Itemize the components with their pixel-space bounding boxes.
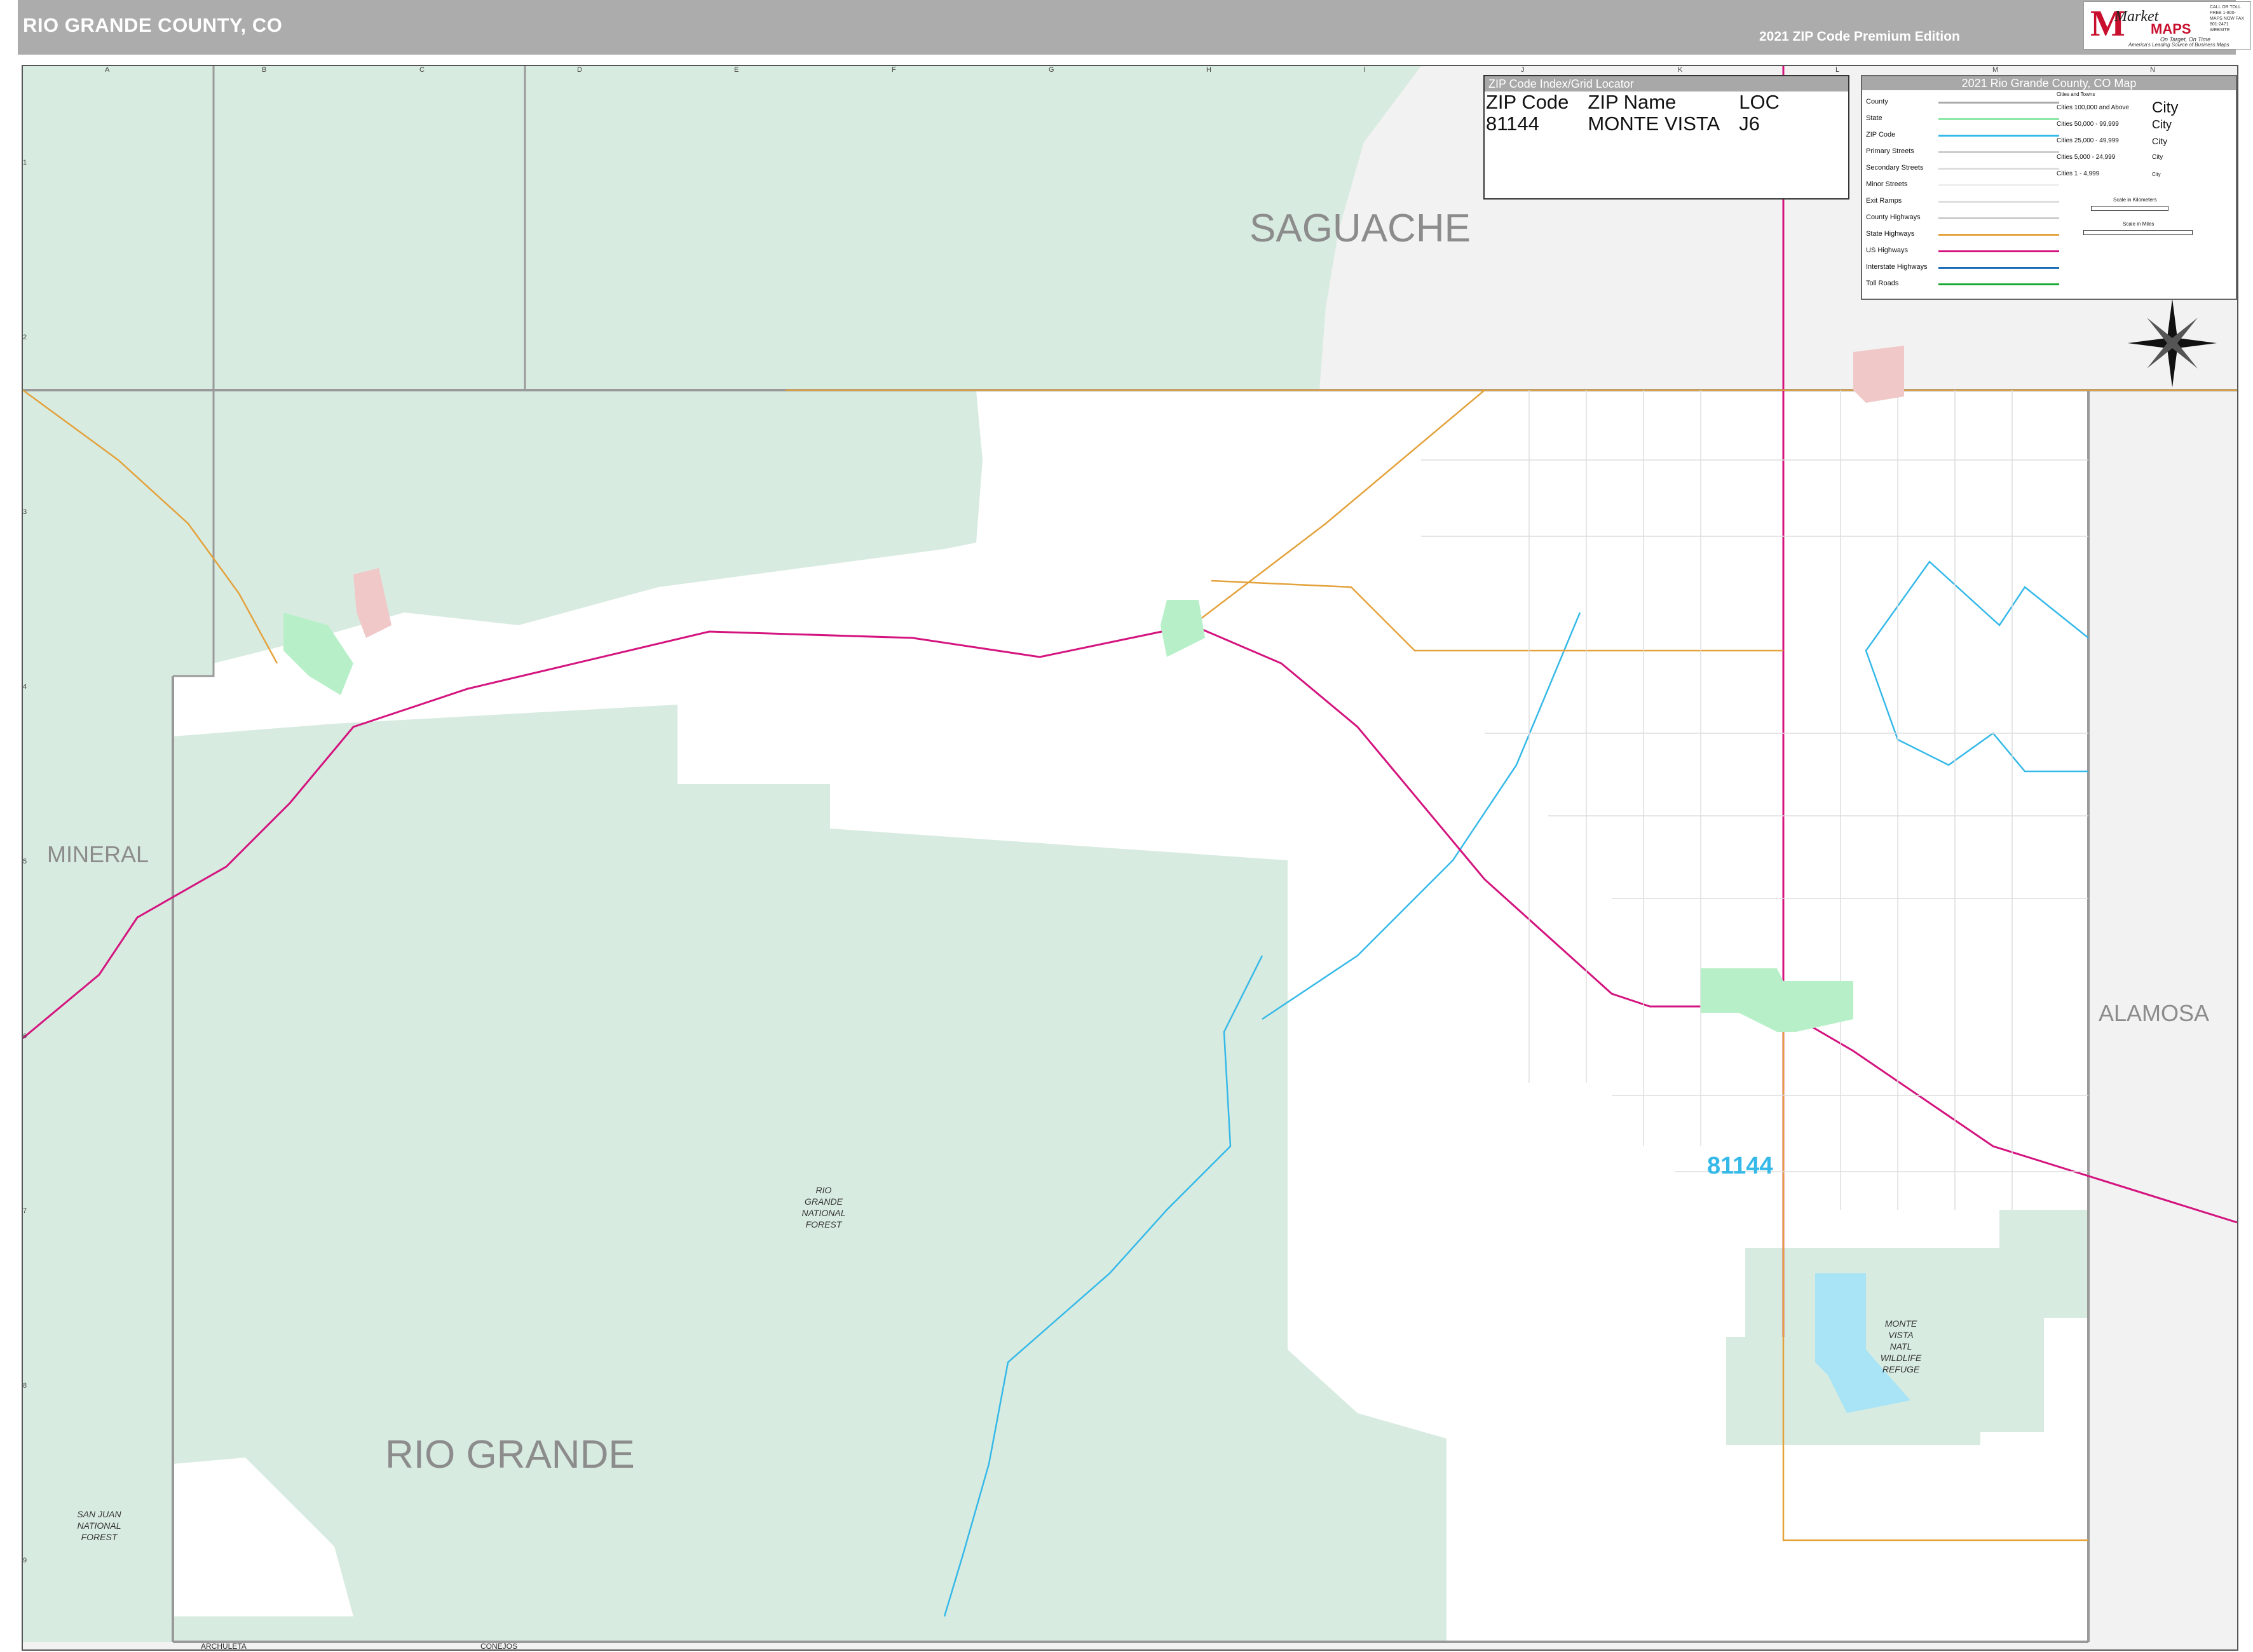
legend-swatch-county [1938, 102, 2059, 104]
legend-item: US Highways [1866, 247, 1909, 254]
col-zip-code: ZIP Code [1486, 91, 1569, 113]
grid-number: 8 [23, 1382, 27, 1390]
legend-item: Toll Roads [1866, 280, 1899, 287]
market-maps-logo[interactable]: M Market MAPS On Target, On Time America… [2083, 1, 2251, 50]
zip-index-header-row: ZIP Code ZIP Name LOC [1486, 91, 1799, 113]
legend-item: Primary Streets [1866, 147, 1914, 155]
county-label-conejos: CONEJOS [480, 1642, 518, 1651]
grid-letter: H [1206, 66, 1211, 74]
legend-city-class: Cities 1 - 4,999 [2057, 170, 2100, 177]
legend-city-class: Cities 50,000 - 99,999 [2057, 121, 2119, 128]
grid-letter: M [1992, 66, 1999, 74]
legend-city-sample: City [2152, 172, 2161, 177]
grid-letter: K [1678, 66, 1683, 74]
header-bar: RIO GRANDE COUNTY, CO 2021 ZIP Code Prem… [18, 0, 2251, 55]
county-label-archuleta: ARCHULETA [201, 1642, 247, 1651]
legend-swatch-secondary [1938, 168, 2059, 170]
legend-swatch-minor [1938, 184, 2059, 186]
zip-index-table: ZIP Code ZIP Name LOC 81144 MONTE VISTA … [1486, 91, 1799, 135]
legend-item: State Highways [1866, 230, 1915, 238]
county-label-alamosa: ALAMOSA [2099, 1000, 2210, 1026]
zip-index-panel: ZIP Code Index/Grid Locator ZIP Code ZIP… [1483, 75, 1849, 200]
legend-item: Exit Ramps [1866, 197, 1902, 205]
grid-letter: C [419, 66, 425, 74]
legend-city-class: Cities 100,000 and Above [2057, 104, 2129, 111]
grid-number: 3 [23, 508, 27, 516]
grid-number: 2 [23, 334, 27, 341]
legend-city-sample: City [2152, 118, 2172, 131]
legend-item: Secondary Streets [1866, 164, 1924, 172]
legend-city-sample: City [2152, 99, 2179, 116]
legend-city-sample: City [2152, 136, 2168, 146]
legend-swatch-state [1938, 118, 2059, 120]
legend-city-class: Cities 25,000 - 49,999 [2057, 137, 2119, 144]
legend-scale-mi: Scale in Miles [2123, 221, 2154, 227]
logo-tagline-2: America's Leading Source of Business Map… [2128, 42, 2229, 48]
map-title: RIO GRANDE COUNTY, CO [23, 14, 283, 36]
legend-item: County Highways [1866, 213, 1921, 221]
legend-cities-header: Cities and Towns [2057, 91, 2095, 97]
grid-letter: N [2150, 66, 2155, 74]
legend-item: ZIP Code [1866, 131, 1896, 139]
logo-brand-maps: MAPS [2151, 21, 2191, 37]
county-label-rio-grande: RIO GRANDE [385, 1433, 635, 1477]
legend-item: County [1866, 98, 1888, 105]
grid-number: 5 [23, 858, 27, 865]
map-canvas[interactable] [23, 66, 2237, 1649]
legend-swatch-toll [1938, 283, 2059, 285]
logo-contact: CALL OR TOLL FREE 1-800-MAPS NOW FAX 801… [2210, 5, 2245, 32]
grid-number: 4 [23, 683, 27, 691]
legend-header: 2021 Rio Grande County, CO Map [1862, 76, 2236, 90]
grid-letter: E [734, 66, 739, 74]
zip-code-label[interactable]: 81144 [1707, 1153, 1773, 1180]
saguache-forest [214, 66, 1421, 390]
legend-swatch-us-hwy [1938, 250, 2059, 252]
grid-letter: D [577, 66, 582, 74]
county-label-saguache: SAGUACHE [1249, 207, 1471, 250]
legend-swatch-interstate [1938, 267, 2059, 269]
grid-letter: A [105, 66, 110, 74]
col-zip-name: ZIP Name [1588, 91, 1677, 113]
grid-letter: B [262, 66, 267, 74]
legend-swatch-primary [1938, 151, 2059, 153]
cell-zip: 81144 [1486, 112, 1539, 135]
grid-number: 6 [23, 1032, 27, 1040]
grid-number: 7 [23, 1207, 27, 1215]
zip-index-header: ZIP Code Index/Grid Locator [1485, 76, 1848, 91]
legend-item: Interstate Highways [1866, 263, 1928, 271]
legend-scale-km: Scale in Kilometers [2113, 197, 2157, 203]
grid-letter: I [1363, 66, 1366, 74]
map-legend: 2021 Rio Grande County, CO Map County St… [1861, 75, 2237, 300]
grid-number: 9 [23, 1557, 27, 1564]
grid-letter: G [1049, 66, 1054, 74]
legend-swatch-exit [1938, 201, 2059, 203]
legend-swatch-county-hwy [1938, 217, 2059, 219]
cell-name: MONTE VISTA [1588, 112, 1720, 135]
city-pink-north [1853, 346, 1904, 403]
grid-letter: F [892, 66, 896, 74]
map-area[interactable]: SAGUACHE MINERAL RIO GRANDE ALAMOSA ARCH… [22, 65, 2238, 1651]
edition-label: 2021 ZIP Code Premium Edition [1759, 29, 1960, 44]
compass-rose-icon [2128, 299, 2217, 388]
grid-number: 1 [23, 159, 27, 166]
label-rio-grande-national-forest: RIO GRANDE NATIONAL FOREST [801, 1185, 846, 1229]
legend-swatch-zip [1938, 135, 2059, 137]
cell-loc: J6 [1739, 112, 1760, 135]
scale-bar-mi-icon [2083, 230, 2193, 235]
legend-city-sample: City [2152, 154, 2163, 161]
col-loc: LOC [1739, 91, 1780, 113]
table-row[interactable]: 81144 MONTE VISTA J6 [1486, 113, 1799, 135]
grid-letter: L [1835, 66, 1840, 74]
legend-city-class: Cities 5,000 - 24,999 [2057, 154, 2116, 161]
grid-letter: J [1521, 66, 1525, 74]
legend-swatch-state-hwy [1938, 234, 2059, 236]
scale-bar-km-icon [2091, 206, 2168, 211]
county-label-mineral: MINERAL [47, 841, 149, 867]
legend-item: Minor Streets [1866, 180, 1908, 188]
label-monte-vista-refuge: MONTE VISTA NATL WILDLIFE REFUGE [1880, 1318, 1922, 1374]
label-san-juan-national-forest: SAN JUAN NATIONAL FOREST [77, 1509, 121, 1542]
legend-item: State [1866, 114, 1882, 122]
